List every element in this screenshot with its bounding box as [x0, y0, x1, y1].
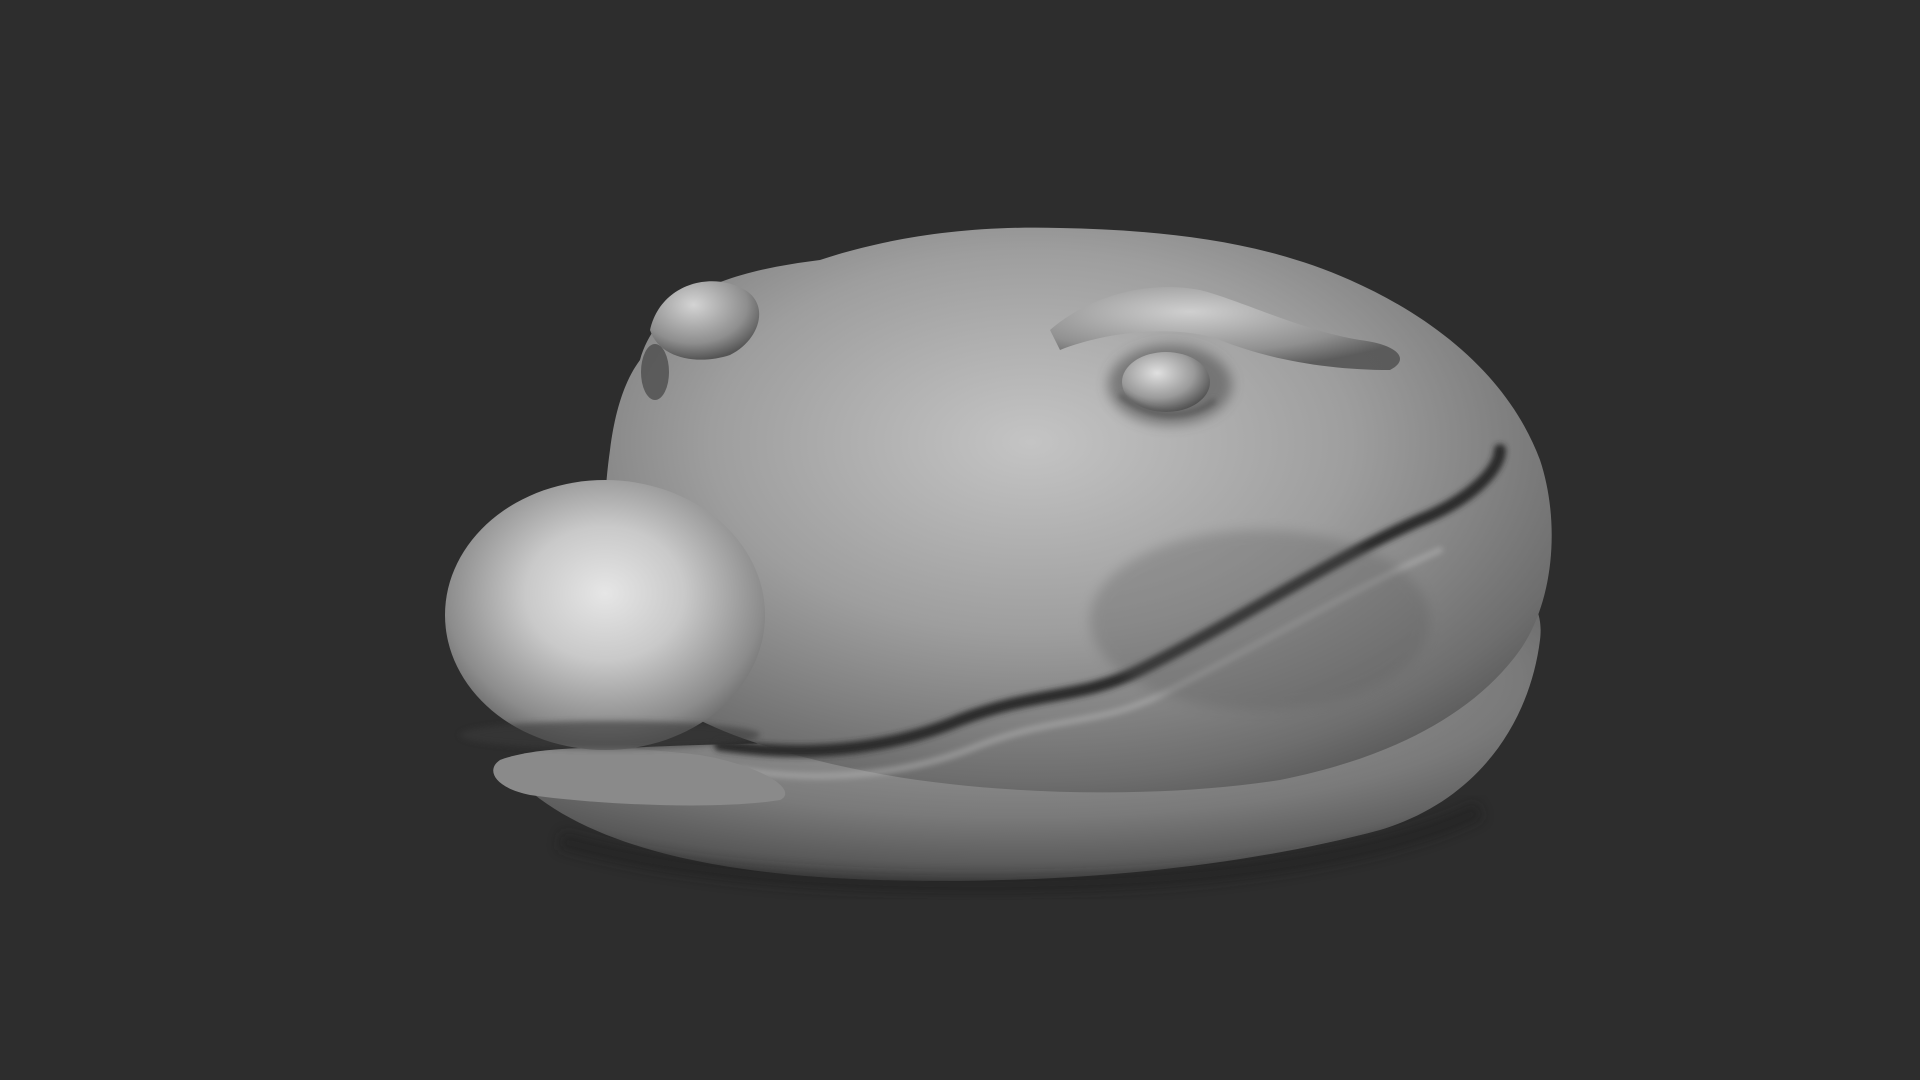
model-cheek-shade — [1090, 530, 1430, 710]
viewport-canvas[interactable] — [0, 0, 1920, 1080]
model-snout-crease — [460, 721, 760, 749]
3d-viewport[interactable] — [0, 0, 1920, 1080]
model-nostril — [641, 344, 669, 400]
model-snout — [445, 480, 765, 750]
sculpt-model[interactable] — [445, 227, 1552, 894]
